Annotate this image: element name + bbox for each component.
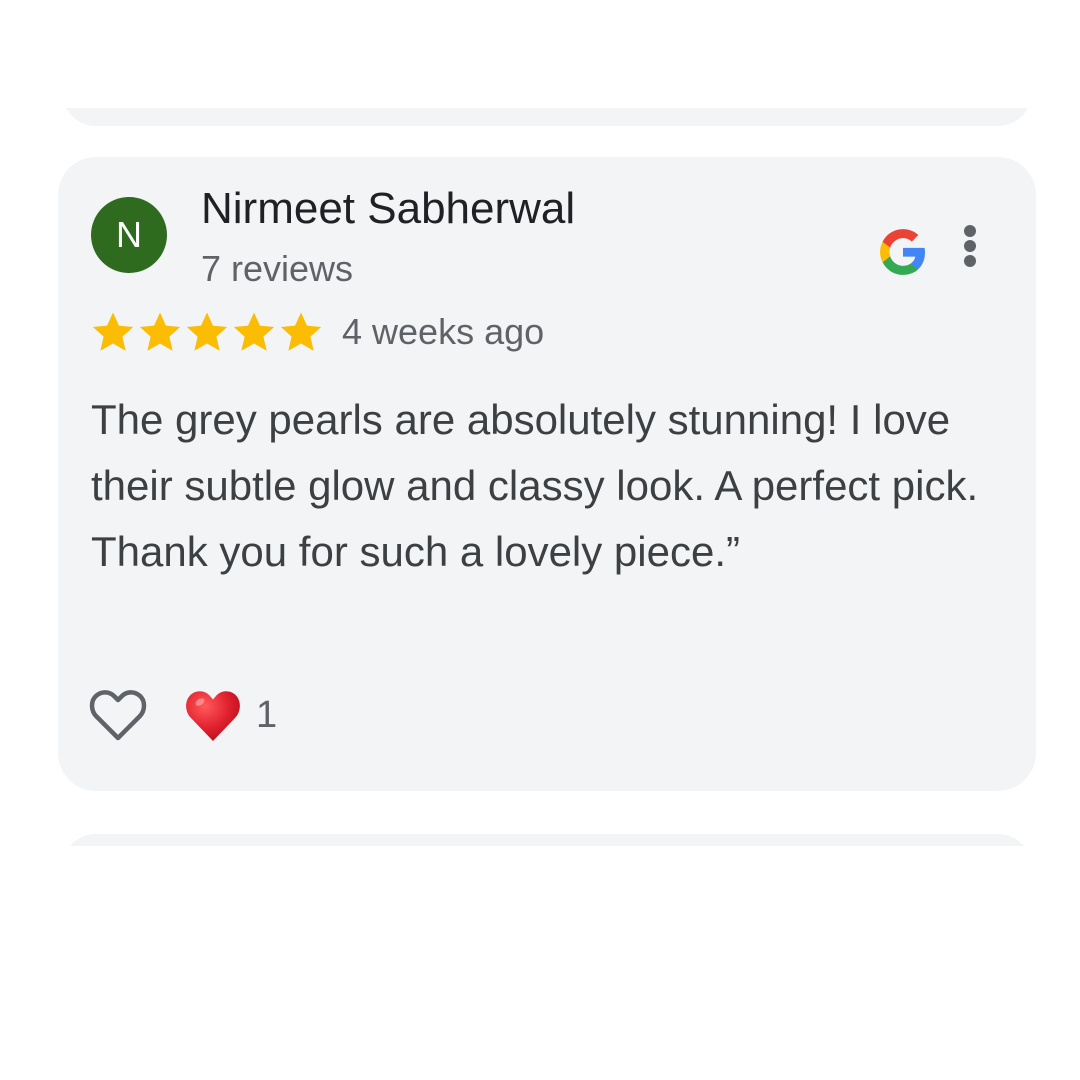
- next-review-card: [62, 834, 1032, 846]
- star-icon: [186, 312, 228, 351]
- google-g-icon: [880, 229, 925, 275]
- star-icon: [280, 312, 322, 351]
- review-card: N Nirmeet Sabherwal 7 reviews 4 weeks ag…: [58, 157, 1036, 791]
- more-options-button[interactable]: [951, 221, 991, 271]
- reviews-screen: N Nirmeet Sabherwal 7 reviews 4 weeks ag…: [0, 0, 1080, 1080]
- star-icon: [139, 312, 181, 351]
- star-rating: [90, 307, 325, 357]
- star-icon: [92, 312, 134, 351]
- review-time: 4 weeks ago: [342, 311, 545, 352]
- more-vertical-icon: [964, 225, 976, 237]
- heart-outline-icon[interactable]: [88, 687, 148, 743]
- star-icon: [233, 312, 275, 351]
- reaction-count: 1: [256, 694, 278, 736]
- review-text: The grey pearls are absolutely stunning!…: [91, 396, 979, 575]
- red-heart-icon: [186, 691, 240, 741]
- avatar[interactable]: N: [91, 197, 167, 273]
- reaction-button[interactable]: 1: [184, 685, 277, 745]
- review-count: 7 reviews: [201, 248, 354, 289]
- reviewer-name[interactable]: Nirmeet Sabherwal: [201, 183, 575, 235]
